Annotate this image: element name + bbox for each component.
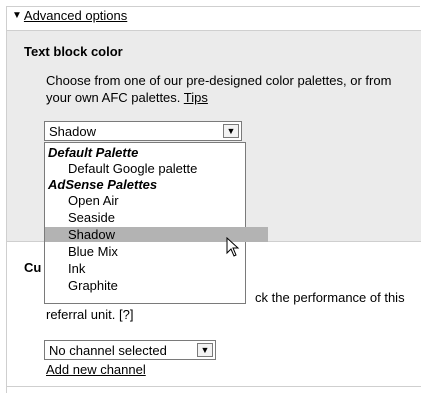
dropdown-option[interactable]: Default Google palette bbox=[45, 161, 268, 176]
advanced-options-toggle[interactable]: ▼ Advanced options bbox=[12, 8, 127, 23]
section-description: Choose from one of our pre-designed colo… bbox=[46, 72, 396, 106]
tips-link[interactable]: Tips bbox=[184, 90, 208, 105]
channel-description-2: referral unit. [?] bbox=[46, 307, 134, 322]
dropdown-option[interactable]: Graphite bbox=[45, 278, 268, 293]
dropdown-group-label: AdSense Palettes bbox=[48, 177, 158, 192]
dropdown-group-label: Default Palette bbox=[48, 145, 139, 160]
advanced-options-link[interactable]: Advanced options bbox=[24, 8, 127, 23]
divider bbox=[7, 386, 421, 387]
palette-select[interactable]: Shadow ▼ bbox=[44, 121, 242, 141]
description-text: Choose from one of our pre-designed colo… bbox=[46, 73, 392, 105]
dropdown-option[interactable]: Ink bbox=[45, 261, 268, 276]
add-new-channel-link[interactable]: Add new channel bbox=[46, 362, 146, 377]
palette-dropdown-list: Default Palette Default Google palette A… bbox=[44, 142, 268, 304]
channel-section-title: Cu bbox=[24, 260, 42, 275]
chevron-down-icon[interactable]: ▼ bbox=[197, 343, 213, 357]
section-title: Text block color bbox=[24, 44, 123, 59]
palette-select-value: Shadow bbox=[49, 123, 96, 139]
dropdown-option[interactable]: Seaside bbox=[45, 210, 268, 225]
channel-select[interactable]: No channel selected ▼ bbox=[44, 340, 216, 360]
mouse-pointer-icon bbox=[226, 237, 240, 257]
chevron-down-icon[interactable]: ▼ bbox=[223, 124, 239, 138]
triangle-down-icon: ▼ bbox=[12, 9, 22, 21]
channel-select-value: No channel selected bbox=[49, 342, 167, 358]
channel-description: ck the performance of this bbox=[255, 290, 405, 305]
dropdown-option[interactable]: Open Air bbox=[45, 193, 268, 208]
